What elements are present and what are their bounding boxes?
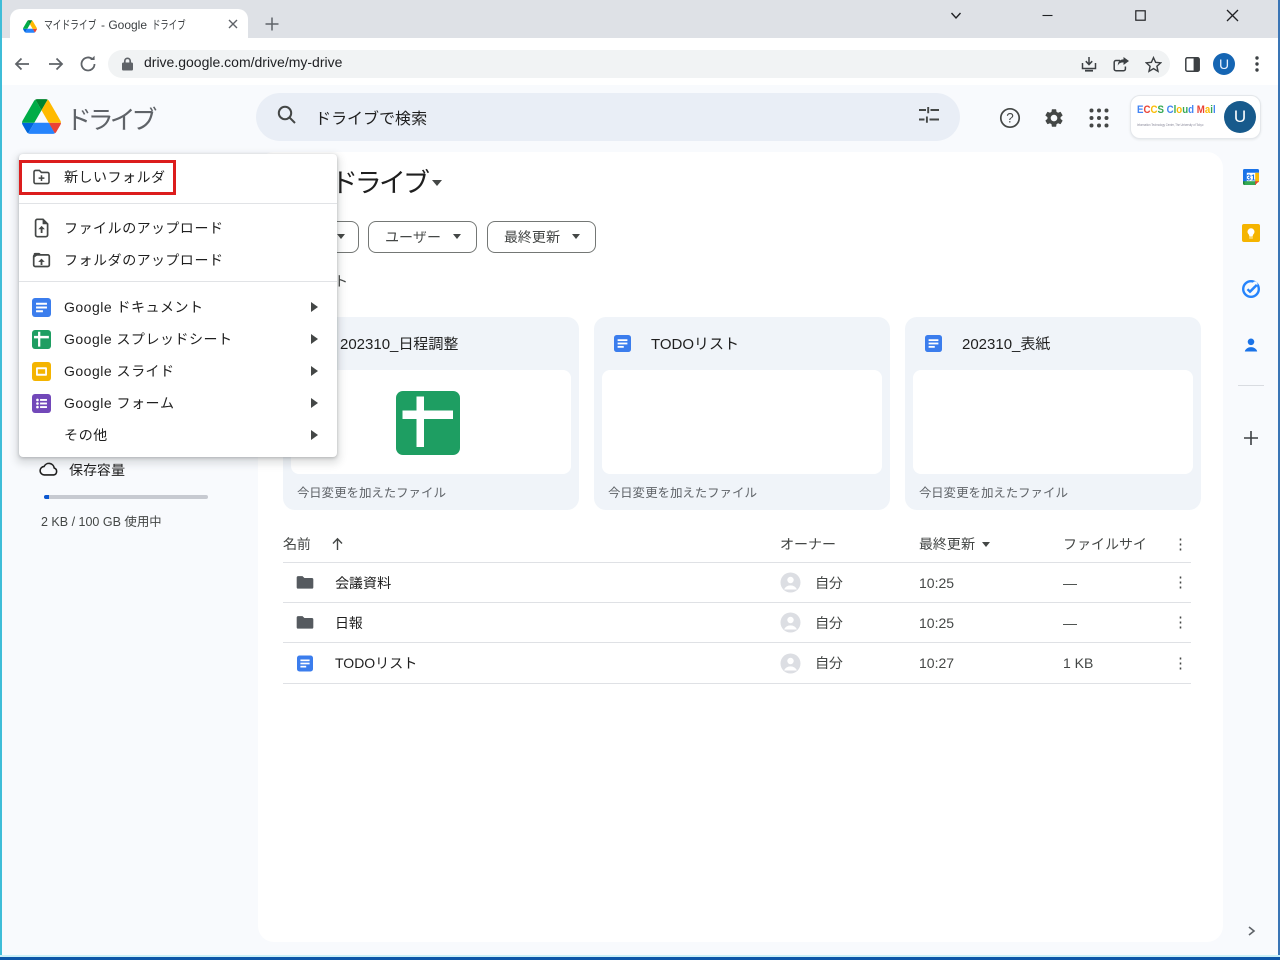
svg-text:31: 31 <box>1246 174 1256 183</box>
svg-text:?: ? <box>1006 110 1014 125</box>
